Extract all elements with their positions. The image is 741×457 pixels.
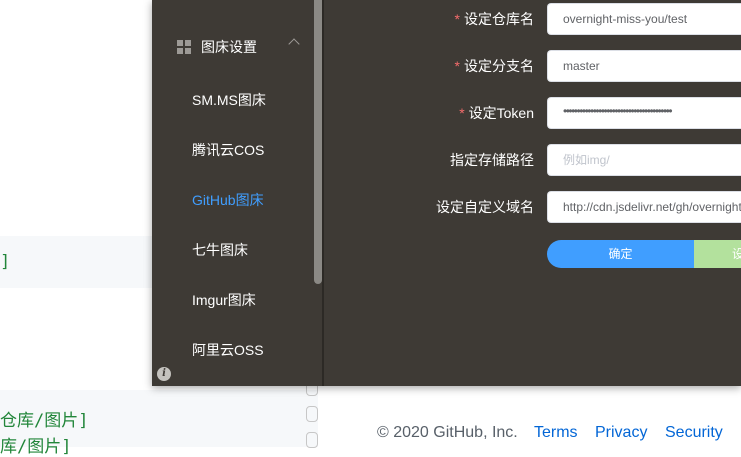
form-label-domain: 设定自定义域名 <box>436 199 534 215</box>
form-row-domain: 设定自定义域名 <box>324 191 741 223</box>
code-scroll-marks <box>306 378 318 448</box>
picgo-settings-window: 图床设置 SM.MS图床 腾讯云COS GitHub图床 七牛图床 Imgur图… <box>152 0 741 386</box>
code-line: ] <box>0 252 11 272</box>
path-field[interactable] <box>548 145 741 175</box>
sidebar-item-label: GitHub图床 <box>192 192 264 208</box>
form-label-repo: * 设定仓库名 <box>454 11 534 27</box>
grid-icon <box>177 40 191 54</box>
form-row-token: * 设定Token •••••••••••••••••••••••••••••••… <box>324 97 741 129</box>
sidebar-item-label: 七牛图床 <box>192 242 248 258</box>
repo-input[interactable] <box>547 3 741 35</box>
path-input[interactable] <box>547 144 741 176</box>
form-row-path: 指定存储路径 <box>324 144 741 176</box>
token-input[interactable]: •••••••••••••••••••••••••••••••••••••••• <box>547 97 741 129</box>
sidebar-item-label: 腾讯云COS <box>192 142 265 158</box>
required-mark: * <box>454 11 460 27</box>
confirm-button[interactable]: 确定 <box>547 240 694 268</box>
sidebar-item-smms[interactable]: SM.MS图床 <box>152 77 312 121</box>
code-block: ] <box>0 236 152 288</box>
form-label-path: 指定存储路径 <box>450 152 534 168</box>
domain-field[interactable] <box>548 192 741 222</box>
sidebar-scrollbar[interactable] <box>314 0 322 284</box>
token-masked-value[interactable]: •••••••••••••••••••••••••••••••••••••••• <box>563 104 673 118</box>
sidebar-item-qiniu[interactable]: 七牛图床 <box>152 227 312 271</box>
branch-field[interactable] <box>548 51 741 81</box>
set-default-button[interactable]: 设 <box>694 240 741 268</box>
sidebar-item-label: SM.MS图床 <box>192 92 266 108</box>
sidebar-item-tencent-cos[interactable]: 腾讯云COS <box>152 127 312 171</box>
branch-input[interactable] <box>547 50 741 82</box>
domain-input[interactable] <box>547 191 741 223</box>
required-mark: * <box>459 105 465 121</box>
footer-copyright: © 2020 GitHub, Inc. <box>377 424 518 441</box>
form-label-branch: * 设定分支名 <box>454 58 534 74</box>
footer-link-terms[interactable]: Terms <box>534 424 578 442</box>
form-row-branch: * 设定分支名 <box>324 50 741 82</box>
sidebar-item-label: Imgur图床 <box>192 292 256 308</box>
form-label-token: * 设定Token <box>459 105 534 121</box>
sidebar-group-label: 图床设置 <box>201 39 257 55</box>
code-line: 仓库/图片] <box>0 411 89 431</box>
required-mark: * <box>454 58 460 74</box>
form-row-repo: * 设定仓库名 <box>324 3 741 35</box>
sidebar-item-aliyun-oss[interactable]: 阿里云OSS <box>152 327 312 371</box>
sidebar-item-label: 阿里云OSS <box>192 342 264 358</box>
sidebar-item-imgur[interactable]: Imgur图床 <box>152 277 312 321</box>
sidebar: 图床设置 SM.MS图床 腾讯云COS GitHub图床 七牛图床 Imgur图… <box>152 0 322 386</box>
background-page-left <box>0 0 152 447</box>
footer-link-security[interactable]: Security <box>665 424 723 442</box>
code-block: 仓库/图片] 库/图片] <box>0 390 318 457</box>
footer-link-privacy[interactable]: Privacy <box>595 424 647 442</box>
info-icon[interactable]: i <box>157 367 171 381</box>
sidebar-item-github[interactable]: GitHub图床 <box>152 177 312 221</box>
repo-field[interactable] <box>548 4 741 34</box>
code-line: 库/图片] <box>0 437 72 457</box>
